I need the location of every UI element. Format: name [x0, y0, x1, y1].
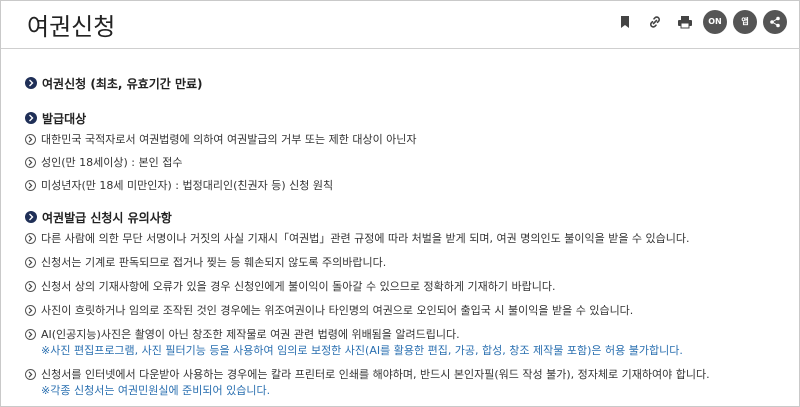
- list-item-text: 미성년자(만 18세 미만인자) : 법정대리인(친권자 등) 신청 원칙: [41, 179, 334, 192]
- chevron-right-icon: [25, 305, 36, 316]
- badge1-text: ON: [708, 17, 722, 26]
- list-item-text: AI(인공지능)사진은 촬영이 아닌 창조한 제작물로 여권 관련 법령에 위배…: [41, 328, 460, 341]
- section-title-passport-application: 여권신청 (최초, 유효기간 만료): [25, 75, 785, 91]
- print-icon[interactable]: [673, 10, 697, 34]
- list-item: 대한민국 국적자로서 여권법령에 의하여 여권발급의 거부 또는 제한 대상이 …: [25, 132, 785, 147]
- chevron-right-icon: [25, 329, 36, 340]
- chevron-right-icon: [25, 77, 37, 89]
- chevron-right-icon: [25, 211, 37, 223]
- bookmark-icon[interactable]: [613, 10, 637, 34]
- list-item: 신청서 상의 기재사항에 오류가 있을 경우 신청인에게 불이익이 돌아갈 수 …: [25, 279, 785, 294]
- service-badge-icon[interactable]: ON: [703, 10, 727, 34]
- list-item: 성인(만 18세이상) : 본인 접수: [25, 155, 785, 170]
- badge2-text: 앱: [741, 17, 749, 26]
- chevron-right-icon: [25, 233, 36, 244]
- list-item: AI(인공지능)사진은 촬영이 아닌 창조한 제작물로 여권 관련 법령에 위배…: [25, 327, 785, 342]
- list-item-text: 신청서를 인터넷에서 다운받아 사용하는 경우에는 칼라 프린터로 인쇄를 해야…: [41, 368, 710, 381]
- page-title: 여권신청: [27, 13, 116, 41]
- chevron-right-icon: [25, 157, 36, 168]
- note-text: ※사진 편집프로그램, 사진 필터기능 등을 사용하여 임의로 보정한 사진(A…: [41, 344, 683, 357]
- toolbar: ON 앱: [613, 10, 787, 34]
- list-item-text: 다른 사람에 의한 무단 서명이나 거짓의 사실 기재시「여권법」관련 규정에 …: [41, 232, 690, 245]
- link-icon[interactable]: [643, 10, 667, 34]
- content-area: 여권신청 (최초, 유효기간 만료) 발급대상 대한민국 국적자로서 여권법령에…: [25, 67, 785, 398]
- list-item-text: 신청서 상의 기재사항에 오류가 있을 경우 신청인에게 불이익이 돌아갈 수 …: [41, 280, 556, 293]
- list-item-text: 대한민국 국적자로서 여권법령에 의하여 여권발급의 거부 또는 제한 대상이 …: [41, 133, 417, 146]
- chevron-right-icon: [25, 112, 37, 124]
- list-item-text: 사진이 흐릿하거나 임의로 조작된 것인 경우에는 위조여권이나 타인명의 여권…: [41, 304, 634, 317]
- section-title-precautions: 여권발급 신청시 유의사항: [25, 209, 785, 225]
- list-item: 미성년자(만 18세 미만인자) : 법정대리인(친권자 등) 신청 원칙: [25, 178, 785, 193]
- section-title-text: 여권신청 (최초, 유효기간 만료): [42, 76, 203, 91]
- chevron-right-icon: [25, 281, 36, 292]
- mobile-badge-icon[interactable]: 앱: [733, 10, 757, 34]
- page-frame: 여권신청 ON 앱 여권신청 (최초, 유효기간 만료) 발급대상 대한민국 국…: [0, 0, 800, 407]
- page-header: 여권신청 ON 앱: [1, 1, 800, 49]
- list-item-text: 신청서는 기계로 판독되므로 접거나 찢는 등 훼손되지 않도록 주의바랍니다.: [41, 256, 387, 269]
- chevron-right-icon: [25, 134, 36, 145]
- chevron-right-icon: [25, 180, 36, 191]
- share-icon[interactable]: [763, 10, 787, 34]
- section-title-text: 여권발급 신청시 유의사항: [42, 210, 172, 225]
- list-item: 신청서를 인터넷에서 다운받아 사용하는 경우에는 칼라 프린터로 인쇄를 해야…: [25, 367, 785, 382]
- chevron-right-icon: [25, 369, 36, 380]
- section-title-text: 발급대상: [42, 111, 87, 126]
- list-item: 사진이 흐릿하거나 임의로 조작된 것인 경우에는 위조여권이나 타인명의 여권…: [25, 303, 785, 318]
- chevron-right-icon: [25, 257, 36, 268]
- note-text: ※각종 신청서는 여권민원실에 준비되어 있습니다.: [41, 384, 271, 397]
- section-title-eligibility: 발급대상: [25, 110, 785, 126]
- list-item-text: 성인(만 18세이상) : 본인 접수: [41, 156, 183, 169]
- list-item: 신청서는 기계로 판독되므로 접거나 찢는 등 훼손되지 않도록 주의바랍니다.: [25, 255, 785, 270]
- list-item: 다른 사람에 의한 무단 서명이나 거짓의 사실 기재시「여권법」관련 규정에 …: [25, 231, 785, 246]
